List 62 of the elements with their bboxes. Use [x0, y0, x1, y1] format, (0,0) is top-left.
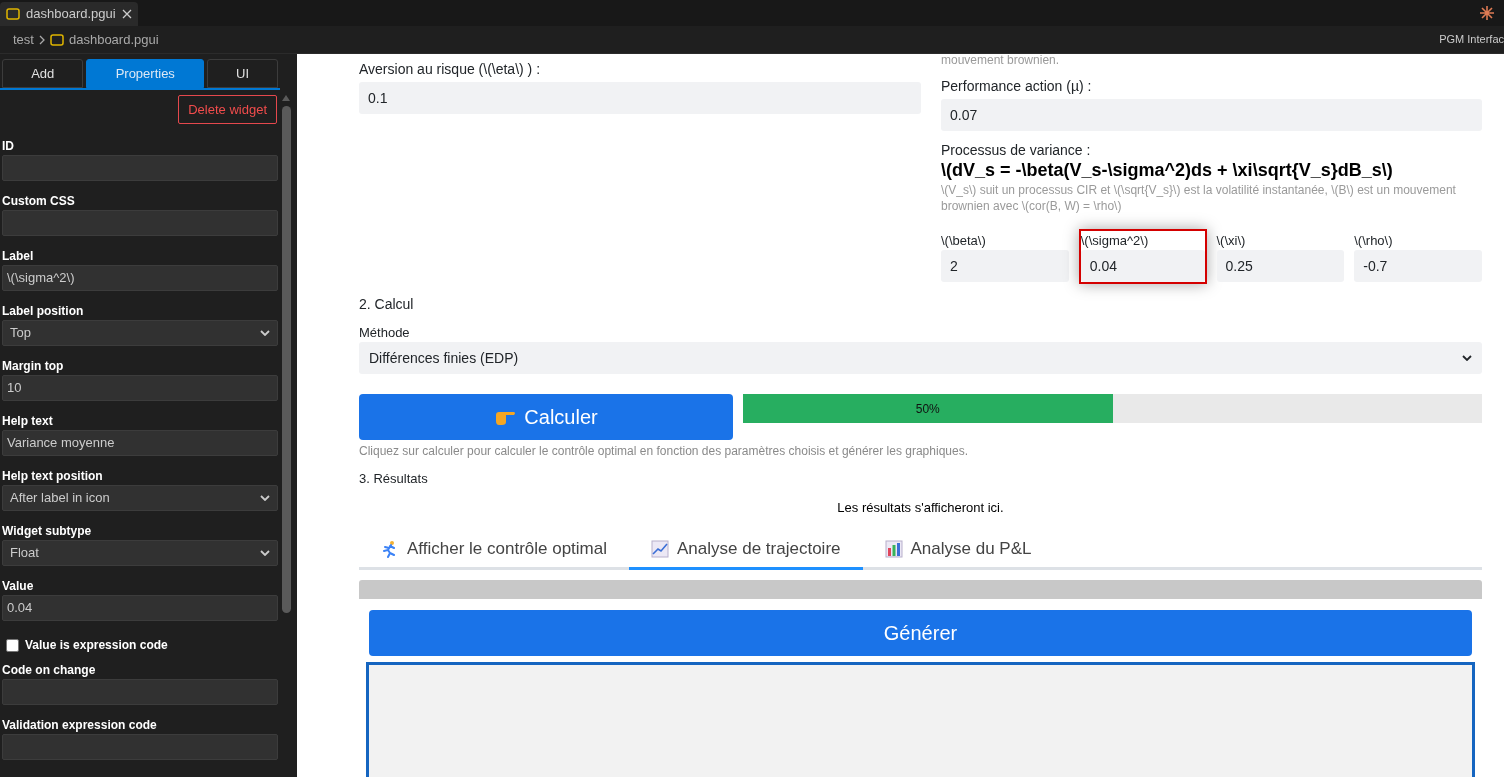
panel-tab[interactable]: Add	[2, 59, 84, 88]
method-select[interactable]: Différences finies (EDP)	[359, 342, 1482, 374]
sparkle-icon[interactable]	[1480, 6, 1494, 20]
checkbox[interactable]	[6, 638, 19, 652]
help-text: mouvement brownien.	[941, 54, 1061, 64]
field-label: ID	[1, 138, 15, 155]
delete-widget-button[interactable]: Delete widget	[178, 95, 277, 124]
select-field[interactable]: Top	[2, 320, 278, 346]
field-label: Performance action (µ) :	[941, 77, 1093, 95]
breadcrumb-item[interactable]: test	[13, 29, 34, 50]
field-label: Méthode	[359, 324, 411, 342]
line-chart-icon	[651, 540, 669, 558]
close-icon[interactable]	[121, 9, 132, 19]
performance-field[interactable]: 0.07	[941, 99, 1482, 131]
file-icon	[49, 33, 64, 46]
checkbox-label: Value is expression code	[25, 637, 168, 654]
field-label: Label	[1, 248, 35, 265]
help-text: Cliquez sur calculer pour calculer le contrôle optimal en fonction des paramètres choisis et générer les graphiques.	[359, 443, 969, 459]
field-label: Value	[1, 578, 35, 595]
input-field[interactable]: \(\sigma^2\)	[2, 265, 278, 291]
chevron-down-icon	[260, 495, 270, 501]
generate-button[interactable]: Générer	[369, 610, 1472, 656]
select-field[interactable]: After label in icon	[2, 485, 278, 511]
field-label: Margin top	[1, 358, 65, 375]
field-label: Help text	[1, 413, 54, 430]
help-text: \(V_s\) suit un processus CIR et \(\sqrt{V_s}\) est la volatilité instantanée, \(B\) est un mouvement brownien avec \(cor(B, W) = \rho\)	[941, 182, 1457, 214]
field-label: Processus de variance :	[941, 141, 1092, 159]
input-field[interactable]: 0.04	[2, 595, 278, 621]
field-label: Widget subtype	[1, 523, 93, 540]
field-label: Code on change	[1, 662, 97, 679]
results-tab[interactable]: Afficher le contrôle optimal	[359, 531, 629, 570]
results-tab[interactable]: Analyse de trajectoire	[629, 531, 863, 570]
risk-aversion-field[interactable]: 0.1	[359, 82, 921, 114]
input-field[interactable]: Variance moyenne	[2, 430, 278, 456]
results-message: Les résultats s'afficheront ici.	[836, 499, 1005, 517]
breadcrumb-item[interactable]: dashboard.pgui	[68, 29, 159, 50]
input-field[interactable]: 10	[2, 375, 278, 401]
file-icon	[6, 8, 20, 20]
panel-tab[interactable]: UI	[207, 59, 278, 88]
parameter-field[interactable]: \(\sigma^2\) 0.04	[1078, 229, 1207, 284]
bar-chart-icon	[884, 540, 903, 558]
field-label: Custom CSS	[1, 193, 76, 210]
field-label: Validation expression code	[1, 717, 158, 734]
section-heading: 2. Calcul	[359, 295, 415, 313]
panel-tab[interactable]: Properties	[86, 59, 205, 88]
field-label: Label position	[1, 303, 85, 320]
editor-tab[interactable]: dashboard.pgui	[0, 2, 138, 26]
section-heading: 3. Résultats	[359, 470, 429, 488]
field-label: Help text position	[1, 468, 104, 485]
chevron-right-icon	[38, 34, 45, 45]
calculate-button[interactable]: Calculer	[359, 394, 733, 440]
chevron-down-icon	[260, 330, 270, 336]
progress-reading: 50%	[915, 400, 940, 418]
chevron-down-icon	[1462, 355, 1472, 361]
panel-title: PGM Interfac	[1439, 32, 1504, 48]
scrollbar-thumb[interactable]	[281, 106, 291, 613]
results-tab[interactable]: Analyse du P&L	[862, 531, 1054, 570]
formula: \(dV_s = -\beta(V_s-\sigma^2)ds + \xi\sqrt{V_s}dB_s\)	[941, 159, 1394, 181]
scroll-up-arrow-icon[interactable]	[281, 94, 291, 102]
select-field[interactable]: Float	[2, 540, 278, 566]
chevron-down-icon	[260, 550, 270, 556]
field-label: Aversion au risque (\(\eta\) ) :	[359, 60, 542, 78]
